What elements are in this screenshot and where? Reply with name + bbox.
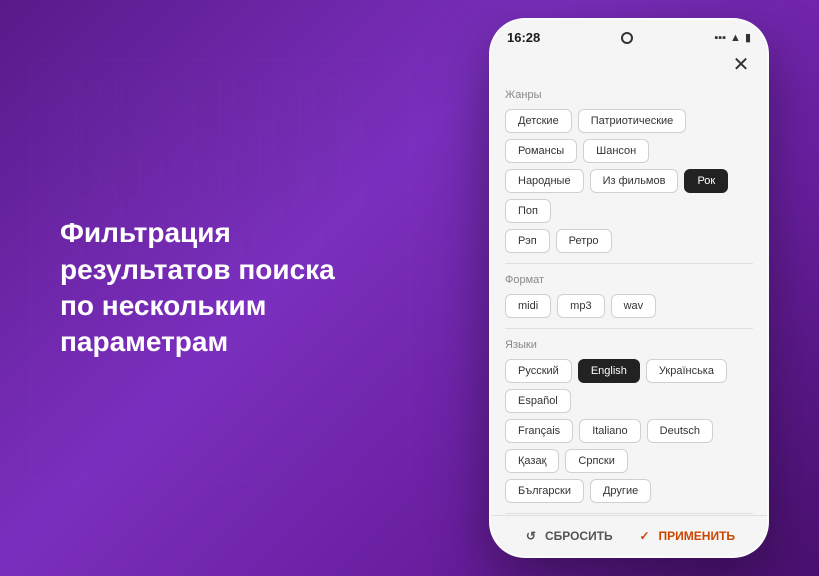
languages-label: Языки <box>505 339 753 351</box>
reset-label: СБРОСИТЬ <box>545 529 613 543</box>
tag-ретро[interactable]: Ретро <box>556 229 612 253</box>
apply-label: ПРИМЕНИТЬ <box>659 529 736 543</box>
phone-mockup: 16:28 ▪▪▪ ▲ ▮ ✕ Жанры Детские Патриотиче… <box>489 18 769 558</box>
tag-рок[interactable]: Рок <box>684 169 728 193</box>
phone-frame: 16:28 ▪▪▪ ▲ ▮ ✕ Жанры Детские Патриотиче… <box>489 18 769 558</box>
close-button[interactable]: ✕ <box>729 53 753 77</box>
tag-kazakh[interactable]: Қазақ <box>505 449 559 473</box>
format-label: Формат <box>505 274 753 286</box>
tag-english[interactable]: English <box>578 359 640 383</box>
genres-row-3: Рэп Ретро <box>505 229 753 253</box>
languages-row-2: Français Italiano Deutsch Қазақ Српски <box>505 419 753 473</box>
tag-espanol[interactable]: Español <box>505 389 571 413</box>
format-row: midi mp3 wav <box>505 294 753 318</box>
tag-francais[interactable]: Français <box>505 419 573 443</box>
tag-шансон[interactable]: Шансон <box>583 139 649 163</box>
tag-bulgarski[interactable]: Български <box>505 479 584 503</box>
tag-романсы[interactable]: Романсы <box>505 139 577 163</box>
tag-детские[interactable]: Детские <box>505 109 572 133</box>
tag-патриотические[interactable]: Патриотические <box>578 109 687 133</box>
apply-button[interactable]: ✓ ПРИМЕНИТЬ <box>637 528 736 544</box>
tag-народные[interactable]: Народные <box>505 169 584 193</box>
left-section: Фильтрация результатов поиска по несколь… <box>0 175 489 401</box>
status-bar: 16:28 ▪▪▪ ▲ ▮ <box>491 20 767 49</box>
tag-wav[interactable]: wav <box>611 294 657 318</box>
tag-drugie[interactable]: Другие <box>590 479 651 503</box>
camera-notch <box>621 32 633 44</box>
languages-row-3: Български Другие <box>505 479 753 503</box>
status-time: 16:28 <box>507 30 540 45</box>
tag-midi[interactable]: midi <box>505 294 551 318</box>
modal-content: Жанры Детские Патриотические Романсы Шан… <box>491 85 767 515</box>
tag-русский[interactable]: Русский <box>505 359 572 383</box>
divider-1 <box>505 263 753 264</box>
modal-footer: ↺ СБРОСИТЬ ✓ ПРИМЕНИТЬ <box>491 515 767 556</box>
reset-button[interactable]: ↺ СБРОСИТЬ <box>523 528 613 544</box>
languages-row-1: Русский English Українська Español <box>505 359 753 413</box>
tag-поп[interactable]: Поп <box>505 199 551 223</box>
apply-icon: ✓ <box>637 528 653 544</box>
signal-icon: ▪▪▪ <box>714 32 726 44</box>
battery-icon: ▮ <box>745 31 751 44</box>
tag-deutsch[interactable]: Deutsch <box>647 419 713 443</box>
wifi-icon: ▲ <box>730 32 741 44</box>
divider-3 <box>505 513 753 514</box>
tag-italiano[interactable]: Italiano <box>579 419 640 443</box>
modal-header: ✕ <box>491 49 767 85</box>
tag-mp3[interactable]: mp3 <box>557 294 604 318</box>
tag-украинська[interactable]: Українська <box>646 359 727 383</box>
divider-2 <box>505 328 753 329</box>
genres-label: Жанры <box>505 89 753 101</box>
page-heading: Фильтрация результатов поиска по несколь… <box>60 215 340 361</box>
tag-из-фильмов[interactable]: Из фильмов <box>590 169 679 193</box>
genres-row-1: Детские Патриотические Романсы Шансон <box>505 109 753 163</box>
status-icons: ▪▪▪ ▲ ▮ <box>714 31 751 44</box>
tag-srpski[interactable]: Српски <box>565 449 627 473</box>
reset-icon: ↺ <box>523 528 539 544</box>
tag-рэп[interactable]: Рэп <box>505 229 550 253</box>
genres-row-2: Народные Из фильмов Рок Поп <box>505 169 753 223</box>
